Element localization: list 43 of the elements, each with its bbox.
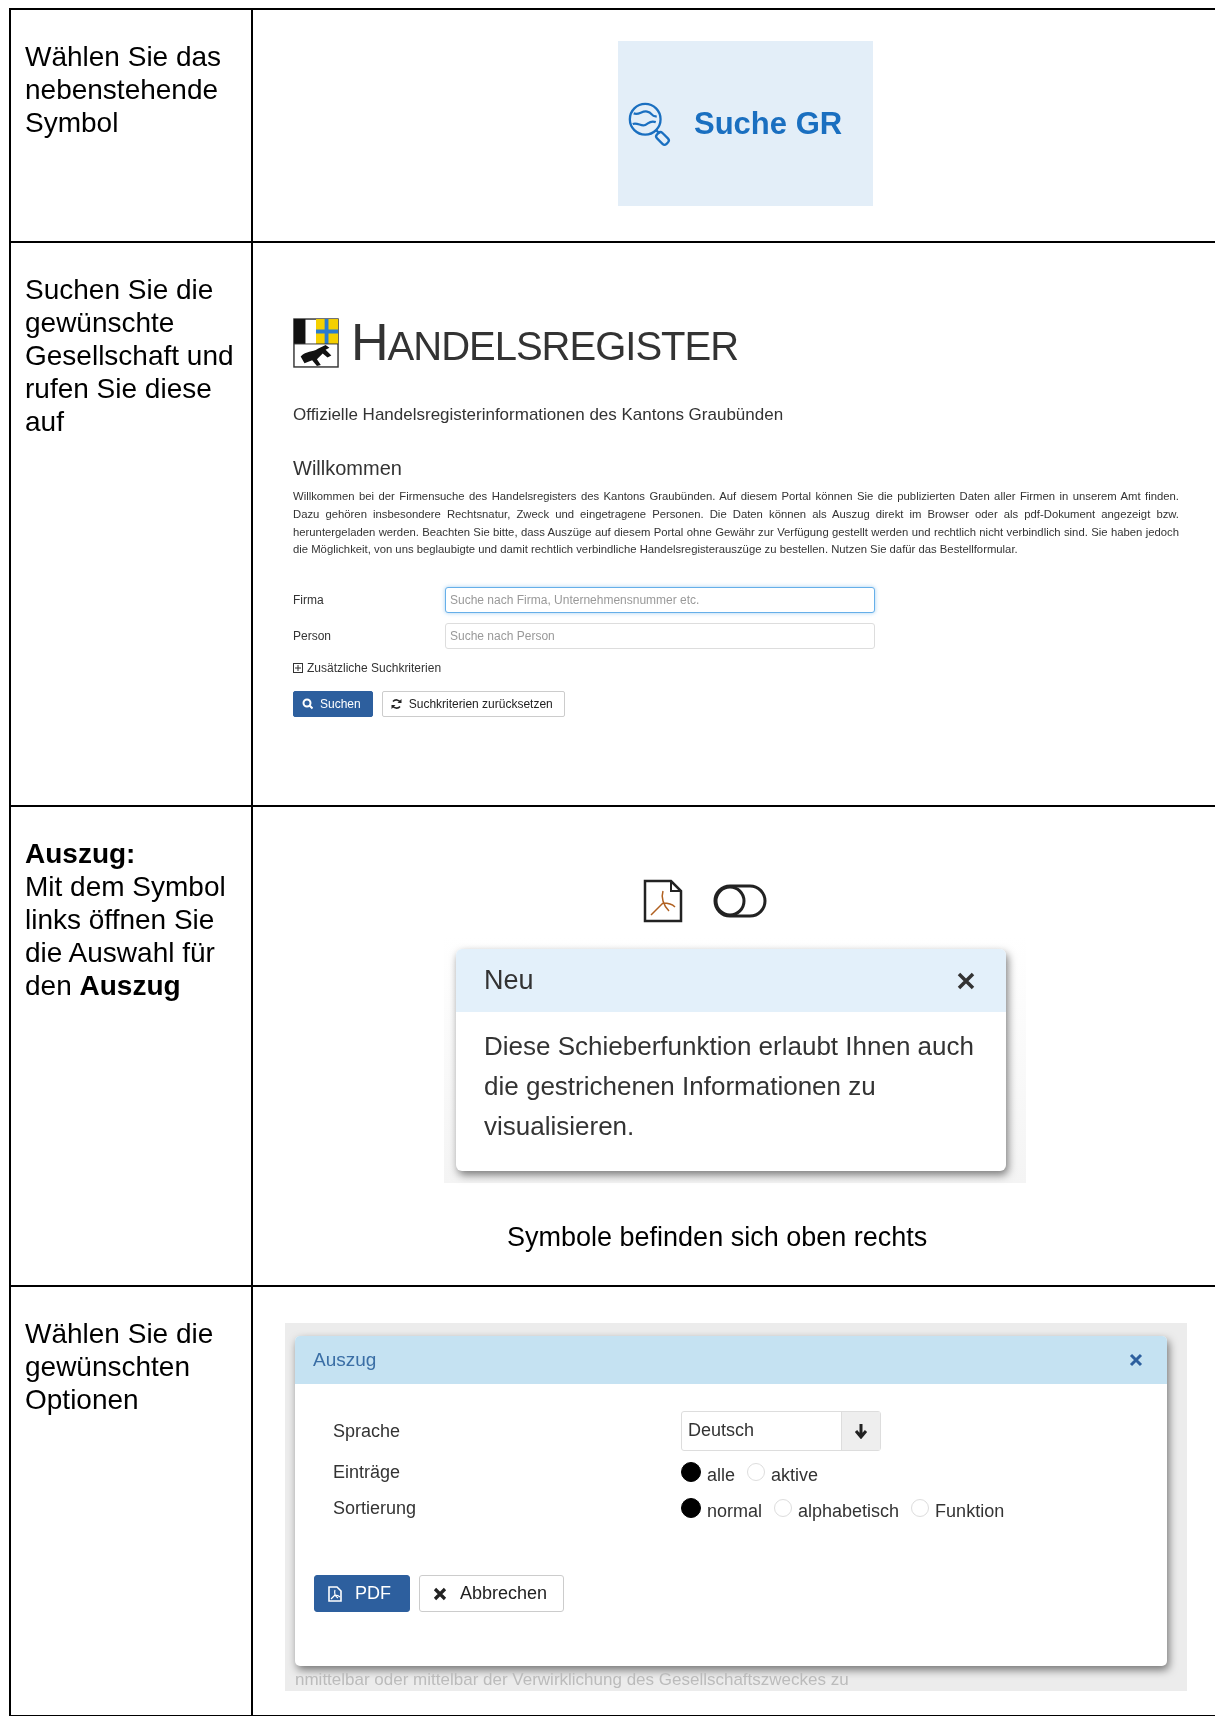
toggle-icon [713,883,769,919]
search-icon [302,698,313,711]
close-icon [956,970,976,991]
popover-title: Neu [484,965,534,996]
pdf-button[interactable]: PDF [314,1575,410,1612]
radio-button[interactable] [681,1498,701,1518]
cancel-button[interactable]: Abbrechen [419,1575,565,1612]
reset-button[interactable]: Suchkriterien zurücksetzen [381,691,565,718]
field-label: Sortierung [333,1497,418,1519]
language-dropdown[interactable]: Deutsch [681,1411,881,1451]
instruction-text: Auszug: Mit dem Symbol links öffnen Sie die Auswahl für den Auszug [25,837,227,1002]
search-gr-button[interactable]: Suche GR [618,41,873,206]
dialog-title: Auszug [313,1349,377,1371]
instruction-text: Wählen Sie das nebenstehende Symbol [25,40,223,139]
down-arrow-icon [854,1423,868,1439]
section-heading: Willkommen [293,457,403,480]
close-icon [432,1585,448,1602]
search-button[interactable]: Suchen [293,691,373,718]
instruction-text: Suchen Sie die gewünschte Gesellschaft und rufen Sie diese auf [25,273,235,438]
caption: Symbole befinden sich oben rechts [507,1222,928,1253]
radio-label[interactable]: aktive [771,1458,819,1486]
refresh-icon [390,698,402,711]
radio-label[interactable]: alphabetisch [798,1494,900,1522]
radio-button[interactable] [681,1462,701,1482]
field-label: Person [293,629,333,644]
page-title: HANDELSREGISTER [351,320,739,368]
pdf-icon [643,879,683,923]
field-label: Firma [293,593,325,608]
popover-text: Diese Schieberfunktion erlaubt Ihnen auch die gestrichenen Informationen zu visualisieren. [483,1030,975,1143]
radio-label[interactable]: alle [707,1458,736,1486]
search-field[interactable]: Suche nach Firma, Unternehmensnummer etc. [445,587,875,614]
radio-label[interactable]: normal [707,1494,763,1522]
expand-criteria-link[interactable]: Zusätzliche Suchkriterien [293,661,1179,676]
field-label: Einträge [333,1461,402,1483]
close-icon [1129,1353,1143,1367]
instruction-text: Wählen Sie die gewünschten Optionen [25,1317,215,1416]
subtitle: Offizielle Handelsregisterinformationen des Kantons Graubünden [293,405,785,425]
expand-icon [293,663,303,674]
field-label: Sprache [333,1420,402,1442]
radio-label[interactable]: Funktion [935,1494,1005,1522]
pdf-icon [327,1585,343,1602]
intro-paragraph: Willkommen bei der Firmensuche des Handelsregisters des Kantons Graubünden. Auf diesem Portal können Sie die publizierten Daten aller Firmen in unserem Amt finden. Dazu gehören insbesondere Rechtsnatur, Zweck und eingetragene Personen. Die Daten können als Auszug direkt im Browser oder als pdf-Dokument angezeigt bzw. heruntergeladen werden. Beachten Sie bitte, dass Auszüge auf diesem Portal ohne Gewähr zur Verfügung gestellt werden und rechtlich nicht verbindlich sind. Sie haben jedoch die Möglichkeit, von uns beglaubigte und damit rechtlich verbindliche Handelsregisterauszüge zu bestellen. Nutzen Sie dafür das Bestellformular. [293,489,1179,558]
coat-of-arms-icon [293,318,339,368]
